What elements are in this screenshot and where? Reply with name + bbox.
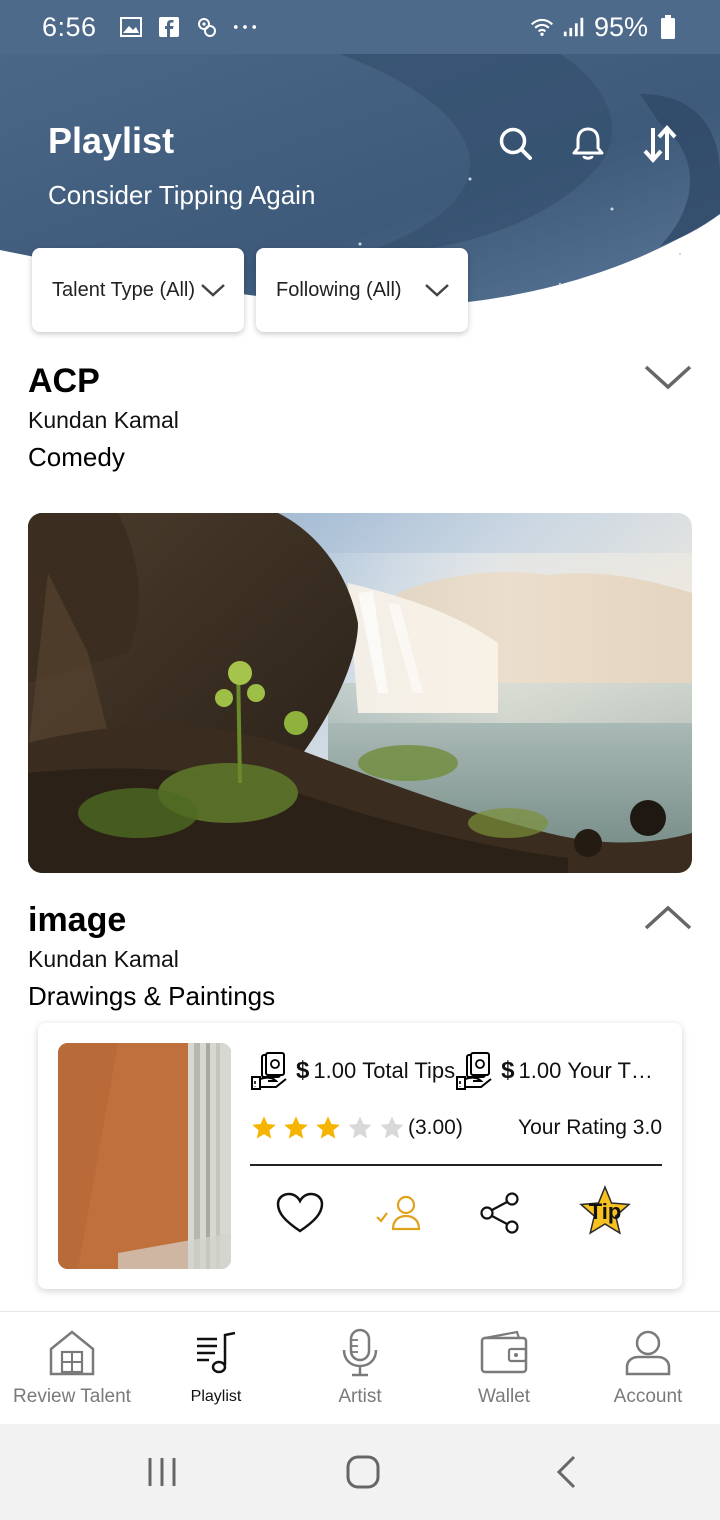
back-chevron-icon bbox=[556, 1455, 576, 1489]
star-empty-icon bbox=[380, 1116, 404, 1139]
star-rating[interactable] bbox=[250, 1114, 406, 1142]
money-hand-icon bbox=[455, 1051, 495, 1091]
total-tips-label: Total Tips bbox=[362, 1058, 456, 1083]
rating-value: (3.00) bbox=[408, 1116, 463, 1139]
sort-icon bbox=[643, 124, 677, 164]
app-icon bbox=[195, 15, 219, 39]
tips-row: $ 1.00 Total Tips $ 1.00 Your T… bbox=[250, 1051, 670, 1091]
following-filter-label: Following (All) bbox=[276, 278, 402, 301]
star-filled-icon bbox=[252, 1116, 276, 1139]
gallery-icon bbox=[119, 15, 143, 39]
account-icon bbox=[623, 1328, 673, 1378]
divider bbox=[250, 1164, 662, 1166]
your-rating: Your Rating 3.0 bbox=[518, 1116, 662, 1139]
wallet-icon bbox=[479, 1328, 529, 1378]
expand-section-button[interactable] bbox=[644, 362, 692, 392]
battery-percent: 95% bbox=[593, 11, 648, 42]
rating-row: (3.00) Your Rating 3.0 bbox=[250, 1111, 662, 1145]
chevron-down-icon bbox=[644, 365, 692, 390]
like-button[interactable] bbox=[270, 1183, 330, 1243]
waterfall-image[interactable] bbox=[28, 513, 692, 873]
tip-label: Tip bbox=[588, 1199, 622, 1224]
chevron-up-icon bbox=[644, 905, 692, 930]
section-category: Comedy bbox=[28, 442, 125, 472]
currency-symbol: $ bbox=[501, 1057, 515, 1084]
nav-item-account[interactable]: Account bbox=[576, 1312, 720, 1424]
nav-label-account: Account bbox=[613, 1386, 683, 1407]
battery-icon bbox=[656, 15, 680, 39]
nav-item-artist[interactable]: Artist bbox=[288, 1312, 432, 1424]
microphone-icon bbox=[335, 1328, 385, 1378]
following-filter[interactable]: Following (All) bbox=[256, 248, 468, 332]
sort-button[interactable] bbox=[640, 120, 680, 168]
total-tips-amount: 1.00 bbox=[313, 1058, 357, 1083]
section-artist[interactable]: Kundan Kamal bbox=[28, 407, 179, 434]
tip-button[interactable]: Tip bbox=[570, 1177, 640, 1247]
your-tips-amount: 1.00 bbox=[518, 1058, 562, 1083]
system-nav-bar bbox=[0, 1424, 720, 1520]
status-time: 6:56 bbox=[42, 11, 97, 42]
chevron-down-icon bbox=[424, 282, 450, 298]
notifications-button[interactable] bbox=[568, 120, 608, 168]
playlist-icon bbox=[191, 1328, 241, 1378]
wifi-icon bbox=[530, 15, 554, 39]
home-circle-icon bbox=[346, 1455, 380, 1489]
nav-item-playlist[interactable]: Playlist bbox=[144, 1312, 288, 1424]
follow-button[interactable] bbox=[370, 1183, 430, 1243]
home-icon bbox=[47, 1328, 97, 1378]
talent-type-filter-label: Talent Type (All) bbox=[52, 278, 196, 301]
nav-label-wallet: Wallet bbox=[477, 1386, 531, 1407]
page-subtitle: Consider Tipping Again bbox=[48, 180, 316, 210]
follow-user-icon bbox=[376, 1195, 421, 1231]
share-icon bbox=[480, 1192, 519, 1234]
section-title-acp[interactable]: ACP bbox=[28, 362, 100, 401]
facebook-icon bbox=[157, 15, 181, 39]
page-title: Playlist bbox=[48, 120, 175, 161]
more-dots-icon bbox=[233, 15, 257, 39]
nav-label-artist: Artist bbox=[338, 1386, 382, 1407]
nav-label-review-talent: Review Talent bbox=[13, 1386, 131, 1407]
star-filled-icon bbox=[284, 1116, 308, 1139]
nav-item-review-talent[interactable]: Review Talent bbox=[0, 1312, 144, 1424]
artwork-thumbnail[interactable] bbox=[58, 1043, 231, 1269]
chevron-down-icon bbox=[200, 282, 226, 298]
nav-item-wallet[interactable]: Wallet bbox=[432, 1312, 576, 1424]
section-artist[interactable]: Kundan Kamal bbox=[28, 946, 179, 973]
collapse-section-button[interactable] bbox=[644, 903, 692, 933]
star-filled-icon bbox=[316, 1116, 340, 1139]
section-category: Drawings & Paintings bbox=[28, 981, 276, 1011]
home-system-button[interactable] bbox=[343, 1452, 383, 1492]
your-tips-label: Your T… bbox=[567, 1058, 653, 1083]
bell-icon bbox=[572, 127, 604, 160]
talent-card: $ 1.00 Total Tips $ 1.00 Your T… (3.00) … bbox=[38, 1023, 682, 1289]
currency-symbol: $ bbox=[296, 1057, 310, 1084]
status-bar: 6:56 95% bbox=[0, 0, 720, 54]
recent-apps-button[interactable] bbox=[142, 1452, 182, 1492]
heart-icon bbox=[276, 1192, 324, 1233]
bottom-nav: Review Talent Playlist Artist Wallet Acc… bbox=[0, 1311, 720, 1424]
money-hand-icon bbox=[250, 1051, 290, 1091]
search-button[interactable] bbox=[496, 120, 536, 168]
talent-type-filter[interactable]: Talent Type (All) bbox=[32, 248, 244, 332]
signal-icon bbox=[562, 15, 586, 39]
section-title-image[interactable]: image bbox=[28, 901, 126, 940]
recent-apps-icon bbox=[148, 1458, 176, 1486]
card-actions: Tip bbox=[250, 1183, 670, 1243]
nav-label-playlist: Playlist bbox=[190, 1388, 242, 1405]
share-button[interactable] bbox=[470, 1183, 530, 1243]
back-button[interactable] bbox=[546, 1452, 586, 1492]
search-icon bbox=[499, 127, 532, 160]
star-empty-icon bbox=[348, 1116, 372, 1139]
